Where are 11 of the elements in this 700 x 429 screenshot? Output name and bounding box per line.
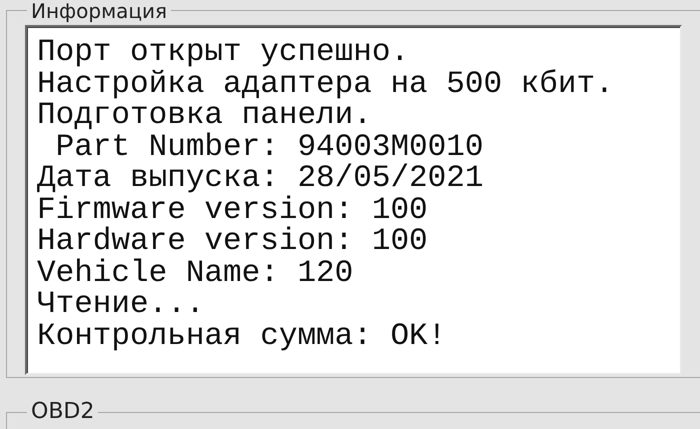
log-line: Дата выпуска: 28/05/2021 bbox=[37, 163, 484, 194]
log-line: Firmware version: 100 bbox=[37, 194, 429, 226]
log-line: Порт открыт успешно. bbox=[37, 37, 410, 68]
log-line: Подготовка панели. bbox=[37, 100, 373, 132]
log-line: Vehicle Name: 120 bbox=[37, 258, 354, 289]
log-line: Part Number: 94003M0010 bbox=[54, 132, 484, 163]
log-line: Чтение... bbox=[37, 289, 206, 320]
log-line: Контрольная сумма: OK! bbox=[37, 320, 448, 352]
log-line: Настройка адаптера на 500 кбит. bbox=[37, 68, 615, 100]
log-line: Hardware version: 100 bbox=[37, 226, 429, 258]
group-title: Информация bbox=[27, 1, 172, 21]
